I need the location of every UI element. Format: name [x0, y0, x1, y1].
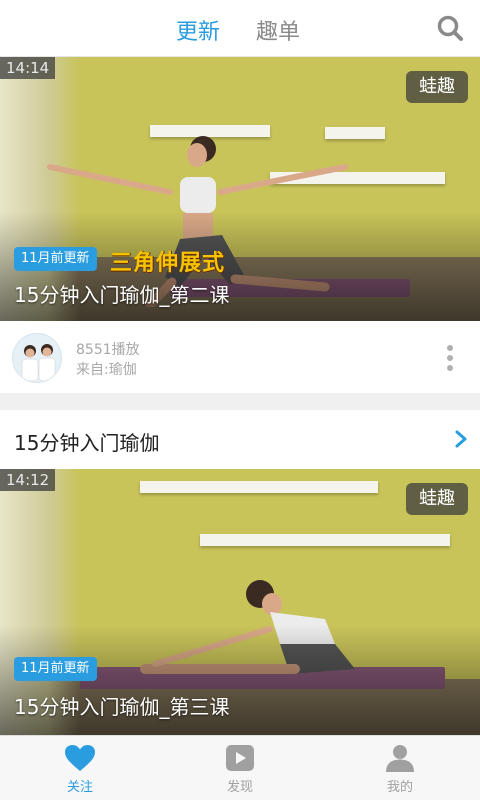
- tab-updates[interactable]: 更新: [176, 14, 220, 46]
- avatar[interactable]: [12, 333, 62, 383]
- brand-watermark: 蛙趣: [406, 71, 468, 103]
- play-count: 8551播放: [76, 342, 140, 358]
- update-badge: 11月前更新: [14, 247, 97, 271]
- video-meta-row: 8551播放 来自:瑜伽: [0, 321, 480, 393]
- video-caption-art: 三角伸展式: [110, 251, 226, 276]
- nav-profile[interactable]: 我的: [360, 744, 440, 795]
- update-badge: 11月前更新: [14, 657, 97, 681]
- video-title[interactable]: 15分钟入门瑜伽_第三课: [14, 691, 229, 720]
- playlist-section-header[interactable]: 15分钟入门瑜伽: [0, 410, 480, 469]
- chevron-right-icon[interactable]: [454, 430, 468, 448]
- tab-playlists[interactable]: 趣单: [256, 14, 300, 46]
- user-icon: [386, 745, 414, 772]
- video-source[interactable]: 来自:瑜伽: [76, 359, 137, 379]
- bottom-navigation: 关注 发现 我的: [0, 735, 480, 800]
- nav-discover[interactable]: 发现: [200, 744, 280, 795]
- nav-label: 发现: [226, 780, 253, 795]
- more-options-icon[interactable]: [446, 345, 454, 371]
- video-duration: 14:12: [0, 469, 56, 491]
- video-title[interactable]: 15分钟入门瑜伽_第二课: [14, 279, 229, 308]
- video-card[interactable]: 14:12 蛙趣 11月前更新 15分钟入门瑜伽_第三课: [0, 469, 480, 735]
- top-bar: 更新 趣单: [0, 0, 480, 57]
- heart-icon: [65, 745, 95, 771]
- section-title: 15分钟入门瑜伽: [14, 431, 160, 455]
- nav-label: 我的: [386, 780, 413, 795]
- play-icon: [226, 745, 254, 771]
- video-duration: 14:14: [0, 57, 56, 79]
- nav-follow[interactable]: 关注: [40, 744, 120, 795]
- nav-label: 关注: [66, 780, 93, 795]
- video-card[interactable]: 14:14 蛙趣 三角伸展式 11月前更新 15分钟入门瑜伽_第二课: [0, 57, 480, 321]
- search-icon[interactable]: [436, 14, 464, 42]
- brand-watermark: 蛙趣: [406, 483, 468, 515]
